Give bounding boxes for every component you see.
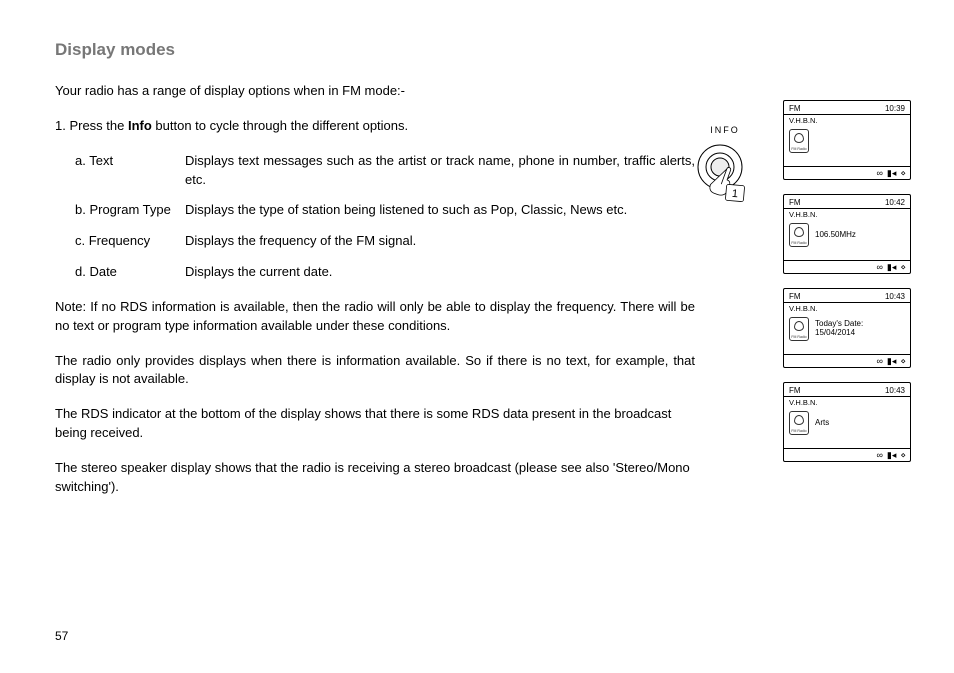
page-title: Display modes [55,40,904,60]
options-list: a. Text Displays text messages such as t… [55,152,695,282]
screen-time: 10:42 [885,198,905,207]
display-screen: FM 10:39 V.H.B.N. ∞ ▮◂ ⋄ [783,100,911,180]
manual-page: Display modes Your radio has a range of … [0,0,954,673]
screen-header: FM 10:42 [784,195,910,209]
instruction-line: 1. Press the Info button to cycle throug… [55,117,695,136]
signal-icon: ▮◂ [887,169,896,178]
option-label: a. Text [55,152,185,171]
screen-footer: ∞ ▮◂ ⋄ [784,448,910,461]
screen-footer: ∞ ▮◂ ⋄ [784,166,910,179]
fm-radio-icon [789,317,809,341]
option-label: d. Date [55,263,185,282]
info-dial-illustration: INFO 1 [685,125,765,214]
screen-content: 106.50MHz [815,231,856,240]
dial-icon: 1 [690,139,760,209]
display-screen: FM 10:43 V.H.B.N. Arts ∞ ▮◂ ⋄ [783,382,911,462]
option-desc: Displays text messages such as the artis… [185,152,695,190]
screen-footer: ∞ ▮◂ ⋄ [784,354,910,367]
wifi-icon: ⋄ [900,263,906,272]
option-row: d. Date Displays the current date. [55,263,695,282]
display-screen: FM 10:43 V.H.B.N. Today's Date: 15/04/20… [783,288,911,368]
screen-mode: FM [789,104,801,113]
option-label: b. Program Type [55,201,185,220]
dial-step-number: 1 [731,188,738,200]
rds-stereo-icon: ∞ [876,169,882,178]
screen-header: FM 10:43 [784,383,910,397]
screen-station: V.H.B.N. [784,303,910,315]
signal-icon: ▮◂ [887,357,896,366]
screen-content-line: 15/04/2014 [815,329,863,338]
screen-header: FM 10:39 [784,101,910,115]
fm-radio-icon [789,129,809,153]
option-label: c. Frequency [55,232,185,251]
instruction-bold: Info [128,118,152,133]
screen-mode: FM [789,198,801,207]
info-dial-label: INFO [685,125,765,135]
option-row: b. Program Type Displays the type of sta… [55,201,695,220]
wifi-icon: ⋄ [900,451,906,460]
screen-footer: ∞ ▮◂ ⋄ [784,260,910,273]
signal-icon: ▮◂ [887,263,896,272]
instruction-suffix: button to cycle through the different op… [152,118,408,133]
note-paragraph: Note: If no RDS information is available… [55,298,695,336]
option-desc: Displays the current date. [185,263,695,282]
screen-station: V.H.B.N. [784,397,910,409]
screen-content: Arts [815,419,829,428]
rds-stereo-icon: ∞ [876,263,882,272]
note-paragraph: The stereo speaker display shows that th… [55,459,695,497]
wifi-icon: ⋄ [900,169,906,178]
screen-middle: Today's Date: 15/04/2014 [784,315,910,343]
fm-radio-icon [789,223,809,247]
screen-station: V.H.B.N. [784,209,910,221]
screen-header: FM 10:43 [784,289,910,303]
page-number: 57 [55,629,68,643]
screen-station: V.H.B.N. [784,115,910,127]
screen-middle: Arts [784,409,910,437]
rds-stereo-icon: ∞ [876,357,882,366]
screen-time: 10:43 [885,386,905,395]
screen-middle: 106.50MHz [784,221,910,249]
instruction-prefix: 1. Press the [55,118,128,133]
display-screens: FM 10:39 V.H.B.N. ∞ ▮◂ ⋄ FM 10:42 V.H.B.… [783,100,911,476]
screen-mode: FM [789,292,801,301]
screen-content-line: Arts [815,419,829,428]
note-paragraph: The radio only provides displays when th… [55,352,695,390]
option-row: a. Text Displays text messages such as t… [55,152,695,190]
wifi-icon: ⋄ [900,357,906,366]
option-row: c. Frequency Displays the frequency of t… [55,232,695,251]
screen-mode: FM [789,386,801,395]
rds-stereo-icon: ∞ [876,451,882,460]
intro-paragraph: Your radio has a range of display option… [55,82,695,101]
note-paragraph: The RDS indicator at the bottom of the d… [55,405,695,443]
screen-time: 10:43 [885,292,905,301]
screen-content: Today's Date: 15/04/2014 [815,320,863,338]
screen-middle [784,127,910,155]
fm-radio-icon [789,411,809,435]
body-text: Your radio has a range of display option… [55,82,695,497]
signal-icon: ▮◂ [887,451,896,460]
option-desc: Displays the frequency of the FM signal. [185,232,695,251]
screen-content-line: 106.50MHz [815,231,856,240]
option-desc: Displays the type of station being liste… [185,201,695,220]
display-screen: FM 10:42 V.H.B.N. 106.50MHz ∞ ▮◂ ⋄ [783,194,911,274]
screen-time: 10:39 [885,104,905,113]
